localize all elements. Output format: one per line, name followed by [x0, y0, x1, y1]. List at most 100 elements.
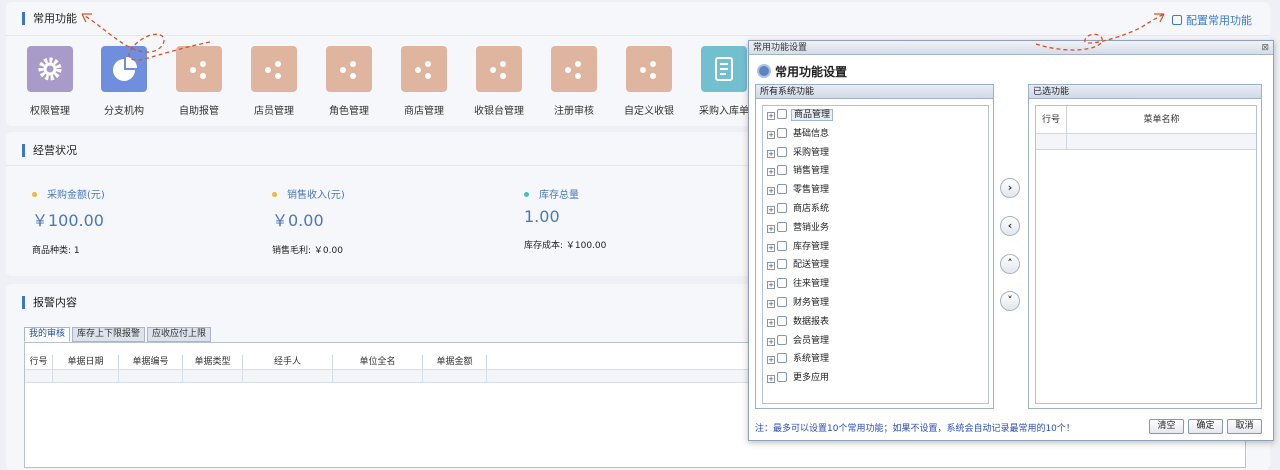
tree-checkbox[interactable] — [777, 353, 787, 364]
col-header[interactable]: 单位全名 — [333, 355, 423, 369]
table-row[interactable] — [1036, 134, 1256, 150]
dialog-titlebar[interactable]: 常用功能设置 ⊠ — [749, 41, 1273, 55]
function-item[interactable]: 注册审核 — [544, 46, 604, 117]
tree-checkbox[interactable] — [777, 221, 787, 232]
stat-value: ￥100.00 — [32, 211, 104, 230]
move-left-button[interactable]: ‹ — [1000, 216, 1020, 236]
tree-item-label: 数据报表 — [793, 316, 830, 327]
tree-item[interactable]: + 采购管理 — [763, 144, 988, 163]
expand-icon[interactable]: + — [767, 262, 775, 271]
expand-icon[interactable]: + — [767, 356, 775, 365]
tree-item-label: 销售管理 — [793, 166, 830, 177]
tree-item[interactable]: + 往来管理 — [763, 275, 988, 294]
tree-checkbox[interactable] — [777, 296, 787, 307]
tree-item-label: 系统管理 — [793, 354, 830, 365]
configure-common-functions-link[interactable]: 配置常用功能 — [1172, 12, 1252, 28]
dots-icon — [251, 46, 297, 92]
tree-item[interactable]: + 会员管理 — [763, 332, 988, 351]
expand-icon[interactable]: + — [767, 205, 775, 214]
dots-icon — [476, 46, 522, 92]
dots-icon — [551, 46, 597, 92]
tab-my-review[interactable]: 我的审核 — [24, 327, 71, 342]
dots-icon — [626, 46, 672, 92]
tree-item[interactable]: + 配送管理 — [763, 256, 988, 275]
expand-icon[interactable]: + — [767, 243, 775, 252]
tree-item[interactable]: + 财务管理 — [763, 294, 988, 313]
clear-button[interactable]: 清空 — [1149, 419, 1184, 434]
dialog-heading: 常用功能设置 — [757, 63, 847, 80]
function-item-label: 店员管理 — [254, 106, 294, 117]
common-functions-title: 常用功能 — [22, 12, 77, 25]
tree-item[interactable]: + 基础信息 — [763, 125, 988, 144]
tree-checkbox[interactable] — [777, 146, 787, 157]
expand-icon[interactable]: + — [767, 299, 775, 308]
close-icon[interactable]: ⊠ — [1261, 41, 1269, 55]
tree-item[interactable]: + 营销业务 — [763, 219, 988, 238]
tree-item[interactable]: + 更多应用 — [763, 369, 988, 388]
tree-checkbox[interactable] — [777, 278, 787, 289]
tree-checkbox[interactable] — [777, 202, 787, 213]
tree-item[interactable]: + 销售管理 — [763, 162, 988, 181]
tree-item[interactable]: + 商店系统 — [763, 200, 988, 219]
tree-item[interactable]: + 系统管理 — [763, 350, 988, 369]
function-item[interactable]: 商店管理 — [394, 46, 454, 117]
col-header[interactable]: 单据金额 — [423, 355, 487, 369]
function-item-label: 自助报管 — [179, 106, 219, 117]
expand-icon[interactable]: + — [767, 337, 775, 346]
tree-checkbox[interactable] — [777, 109, 787, 119]
pie-chart-icon — [101, 46, 147, 92]
stat-sub: 库存成本: ￥100.00 — [524, 241, 607, 251]
function-item[interactable]: 采购入库单 — [694, 46, 754, 117]
function-item[interactable]: 自定义收银 — [619, 46, 679, 117]
tree-item[interactable]: + 零售管理 — [763, 181, 988, 200]
tree-checkbox[interactable] — [777, 334, 787, 345]
col-header[interactable]: 单据编号 — [119, 355, 183, 369]
col-header[interactable]: 行号 — [1036, 106, 1067, 133]
function-item[interactable]: 权限管理 — [20, 46, 80, 117]
business-status-title: 经营状况 — [22, 144, 77, 157]
tree-checkbox[interactable] — [777, 315, 787, 326]
function-item[interactable]: 店员管理 — [244, 46, 304, 117]
cancel-button[interactable]: 取消 — [1227, 419, 1262, 434]
expand-icon[interactable]: + — [767, 318, 775, 327]
move-right-button[interactable]: › — [1000, 178, 1020, 198]
confirm-button[interactable]: 确定 — [1188, 419, 1223, 434]
tree-checkbox[interactable] — [777, 259, 787, 270]
stat-label: 采购金额(元) — [47, 190, 105, 201]
tree-checkbox[interactable] — [777, 127, 787, 138]
col-header[interactable]: 经手人 — [243, 355, 333, 369]
col-header[interactable]: 行号 — [25, 355, 53, 369]
col-header[interactable]: 单据日期 — [53, 355, 119, 369]
tree-item-label: 基础信息 — [793, 128, 830, 139]
move-up-button[interactable]: ˄ — [1000, 254, 1020, 274]
expand-icon[interactable]: + — [767, 187, 775, 196]
expand-icon[interactable]: + — [767, 149, 775, 158]
function-item[interactable]: 角色管理 — [319, 46, 379, 117]
tree-item[interactable]: + 数据报表 — [763, 313, 988, 332]
expand-icon[interactable]: + — [767, 130, 775, 139]
expand-icon[interactable]: + — [767, 168, 775, 177]
expand-icon[interactable]: + — [767, 375, 775, 384]
expand-icon[interactable]: + — [767, 112, 775, 120]
tree-checkbox[interactable] — [777, 240, 787, 251]
tree-checkbox[interactable] — [777, 184, 787, 195]
expand-icon[interactable]: + — [767, 224, 775, 233]
tree-item-label: 营销业务 — [793, 222, 830, 233]
col-header[interactable]: 单据类型 — [183, 355, 243, 369]
tree-checkbox[interactable] — [777, 372, 787, 383]
col-header[interactable]: 菜单名称 — [1067, 106, 1256, 133]
function-item[interactable]: 自助报管 — [169, 46, 229, 117]
tree-item[interactable]: + 商品管理 — [763, 106, 988, 125]
tab-receivable-payable-limit[interactable]: 应收应付上限 — [147, 327, 212, 342]
move-down-button[interactable]: ˅ — [1000, 291, 1020, 311]
dialog-heading-text: 常用功能设置 — [775, 65, 848, 79]
function-item[interactable]: 收银台管理 — [469, 46, 529, 117]
function-item[interactable]: 分支机构 — [94, 46, 154, 117]
selected-functions-grid: 行号 菜单名称 — [1035, 105, 1257, 404]
tree-item[interactable]: + 库存管理 — [763, 238, 988, 257]
tree-checkbox[interactable] — [777, 165, 787, 176]
alerts-tabs: 我的审核 库存上下限报警 应收应付上限 — [24, 327, 213, 342]
tab-stock-limit-alert[interactable]: 库存上下限报警 — [72, 327, 146, 342]
expand-icon[interactable]: + — [767, 281, 775, 290]
function-item-label: 自定义收银 — [624, 106, 674, 117]
